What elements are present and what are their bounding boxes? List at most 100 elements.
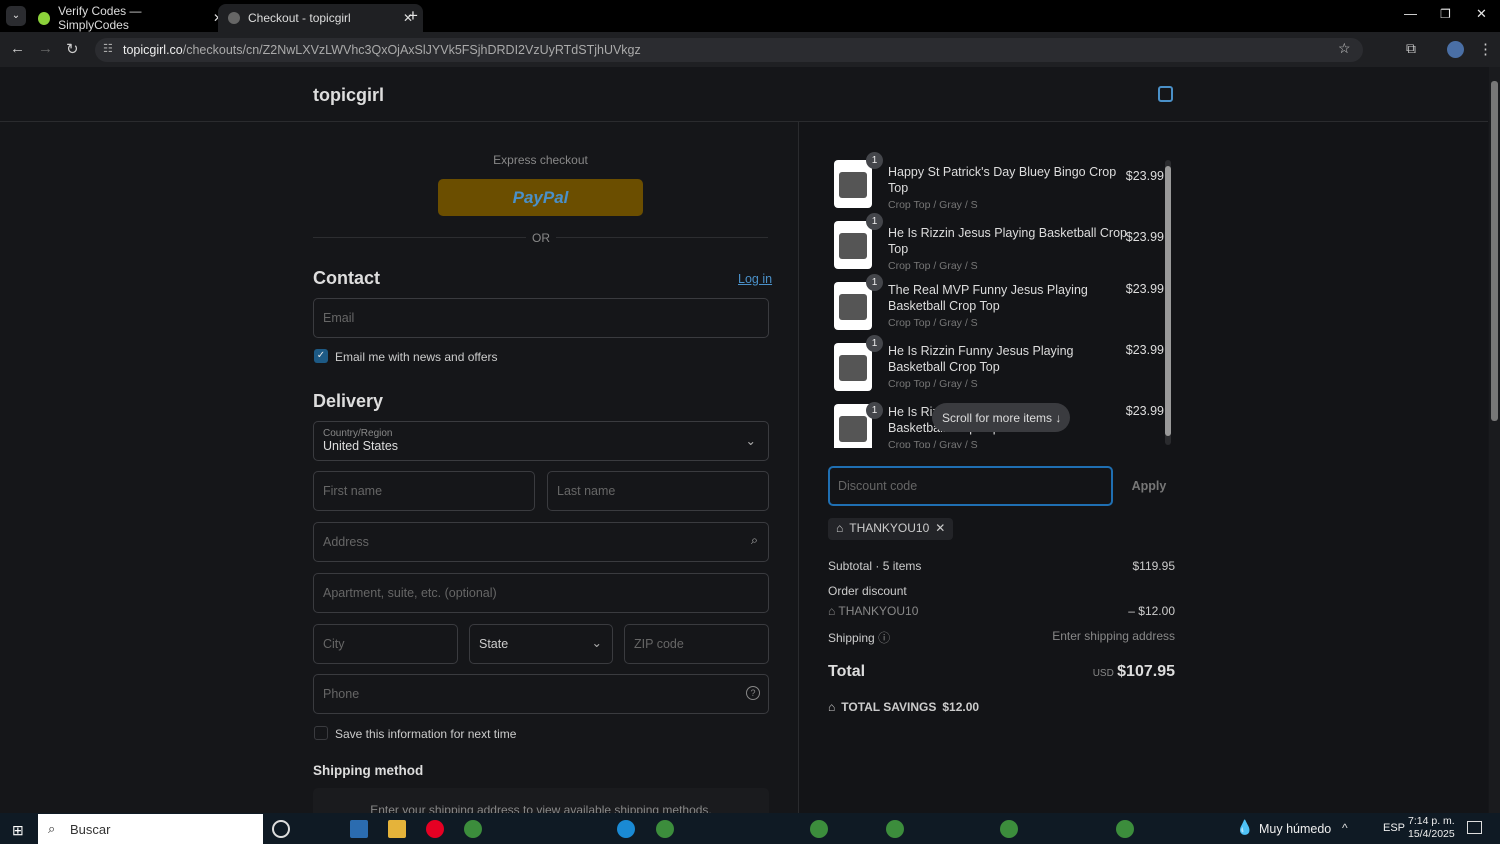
tab-title: Checkout - topicgirl: [248, 11, 351, 25]
subtotal-value: $119.95: [1132, 559, 1176, 573]
discount-code-input[interactable]: Discount code: [828, 466, 1113, 506]
language-indicator[interactable]: ESP: [1383, 822, 1405, 834]
file-explorer-icon[interactable]: [388, 820, 406, 838]
product-name: Happy St Patrick's Day Bluey Bingo Crop …: [888, 165, 1117, 195]
chrome-icon[interactable]: [810, 820, 828, 838]
quantity-badge: 1: [866, 274, 883, 291]
tab-title: Verify Codes — SimplyCodes: [58, 4, 142, 32]
tab-simplycodes[interactable]: Verify Codes — SimplyCodes✕: [28, 4, 233, 32]
store-logo[interactable]: topicgirl: [313, 85, 384, 106]
menu-icon[interactable]: ⋮: [1478, 40, 1493, 58]
windows-start-icon[interactable]: ⊞: [12, 822, 24, 839]
product-price: $23.99: [1125, 343, 1164, 357]
chrome-icon[interactable]: [656, 820, 674, 838]
url-host: topicgirl.co: [123, 43, 183, 57]
chrome-icon[interactable]: [1116, 820, 1134, 838]
order-discount-row: Order discount: [828, 584, 1175, 598]
discount-code-row: ⌂ THANKYOU10 – $12.00: [828, 604, 1175, 618]
tab-checkout[interactable]: Checkout - topicgirl ✕: [218, 4, 423, 32]
quantity-badge: 1: [866, 152, 883, 169]
search-placeholder: Buscar: [70, 822, 111, 837]
tab-search-button[interactable]: ⌄: [6, 6, 26, 26]
minimize-button[interactable]: —: [1404, 6, 1417, 21]
email-input[interactable]: Email: [313, 298, 769, 338]
store-icon[interactable]: [350, 820, 368, 838]
quantity-badge: 1: [866, 402, 883, 419]
apartment-input[interactable]: Apartment, suite, etc. (optional): [313, 573, 769, 613]
country-value: United States: [323, 439, 399, 453]
arrow-down-icon: ↓: [1055, 411, 1062, 425]
edge-icon[interactable]: [617, 820, 635, 838]
apply-discount-button[interactable]: Apply: [1123, 466, 1175, 506]
zip-input[interactable]: ZIP code: [624, 624, 769, 664]
profile-avatar[interactable]: [1447, 41, 1464, 58]
phone-input[interactable]: Phone?: [313, 674, 769, 714]
restore-button[interactable]: ❐: [1440, 7, 1451, 21]
page-scrollbar[interactable]: [1489, 67, 1500, 813]
paypal-button[interactable]: PayPal: [438, 179, 643, 216]
url-path: /checkouts/cn/Z2NwLXVzLWVhc3QxOjAxSlJYVk…: [182, 43, 641, 57]
product-image: [834, 343, 872, 391]
cart-bag-icon[interactable]: [1158, 86, 1173, 102]
taskbar: ⊞ ⌕ Buscar 💧 Muy húmedo ^ ESP 7:14 p. m. 1…: [0, 813, 1500, 844]
state-select[interactable]: State ⌄: [469, 624, 613, 664]
address-input[interactable]: Address ⌕: [313, 522, 769, 562]
extensions-icon[interactable]: ⧉: [1406, 40, 1416, 57]
login-link[interactable]: Log in: [738, 272, 772, 286]
newsletter-checkbox[interactable]: ✓: [314, 349, 328, 363]
new-tab-button[interactable]: +: [408, 6, 418, 26]
cortana-icon[interactable]: [272, 820, 290, 838]
back-icon[interactable]: ←: [10, 40, 25, 57]
tag-icon: ⌂: [828, 604, 839, 618]
chrome-icon[interactable]: [464, 820, 482, 838]
remove-discount-icon[interactable]: ✕: [935, 521, 945, 537]
city-input[interactable]: City: [313, 624, 458, 664]
forward-icon[interactable]: →: [38, 40, 53, 57]
scroll-hint-label: Scroll for more items: [942, 411, 1053, 425]
save-info-label: Save this information for next time: [335, 727, 517, 741]
discount-amount: – $12.00: [1128, 604, 1175, 618]
product-image: [834, 221, 872, 269]
date: 15/4/2025: [1408, 828, 1455, 840]
total-savings-row: ⌂ TOTAL SAVINGS $12.00: [828, 700, 1175, 714]
weather-text[interactable]: Muy húmedo: [1259, 822, 1331, 836]
close-window-button[interactable]: ✕: [1476, 6, 1487, 22]
reload-icon[interactable]: ↻: [66, 40, 79, 58]
quantity-badge: 1: [866, 335, 883, 352]
chrome-icon[interactable]: [886, 820, 904, 838]
address-placeholder: Address: [323, 535, 369, 549]
save-info-checkbox[interactable]: [314, 726, 328, 740]
pinterest-icon[interactable]: [426, 820, 444, 838]
help-icon[interactable]: ?: [746, 686, 760, 700]
product-variant: Crop Top / Gray / S: [888, 260, 978, 272]
first-name-input[interactable]: First name: [313, 471, 535, 511]
site-info-icon[interactable]: ☷: [103, 42, 113, 55]
contact-heading: Contact: [313, 268, 380, 288]
express-checkout-label: Express checkout: [493, 153, 588, 167]
help-icon[interactable]: ⓘ: [878, 631, 890, 645]
shipping-value: Enter shipping address: [1052, 629, 1175, 643]
chevron-up-icon[interactable]: ^: [1342, 821, 1348, 835]
scroll-for-more-button[interactable]: Scroll for more items ↓: [932, 403, 1070, 432]
simplycodes-icon: [38, 11, 51, 25]
notifications-icon[interactable]: [1467, 821, 1482, 834]
address-bar[interactable]: ☷ topicgirl.co/checkouts/cn/Z2NwLXVzLWVhc…: [95, 38, 1363, 62]
phone-placeholder: Phone: [323, 687, 360, 701]
product-price: $23.99: [1125, 230, 1164, 244]
time: 7:14 p. m.: [1408, 815, 1455, 827]
product-price: $23.99: [1125, 404, 1164, 418]
cart-scrollbar[interactable]: [1165, 160, 1171, 445]
cart-item: 1 The Real MVP Funny Jesus Playing Basket…: [834, 274, 1174, 336]
chrome-icon[interactable]: [1000, 820, 1018, 838]
last-name-input[interactable]: Last name: [547, 471, 769, 511]
product-image: [834, 282, 872, 330]
country-select[interactable]: Country/Region United States ⌄: [313, 421, 769, 461]
product-price: $23.99: [1125, 169, 1164, 183]
cart-item: 1 Happy St Patrick's Day Bluey Bingo Crop…: [834, 152, 1174, 214]
cart-item: 1 He Is Rizzin Funny Jesus Playing Basket…: [834, 335, 1174, 397]
currency: USD: [1092, 668, 1114, 679]
clock[interactable]: 7:14 p. m. 15/4/2025: [1408, 815, 1455, 841]
bookmark-star-icon[interactable]: ☆: [1338, 40, 1351, 57]
taskbar-search[interactable]: ⌕ Buscar: [38, 814, 263, 844]
shipping-method-heading: Shipping method: [313, 763, 424, 778]
